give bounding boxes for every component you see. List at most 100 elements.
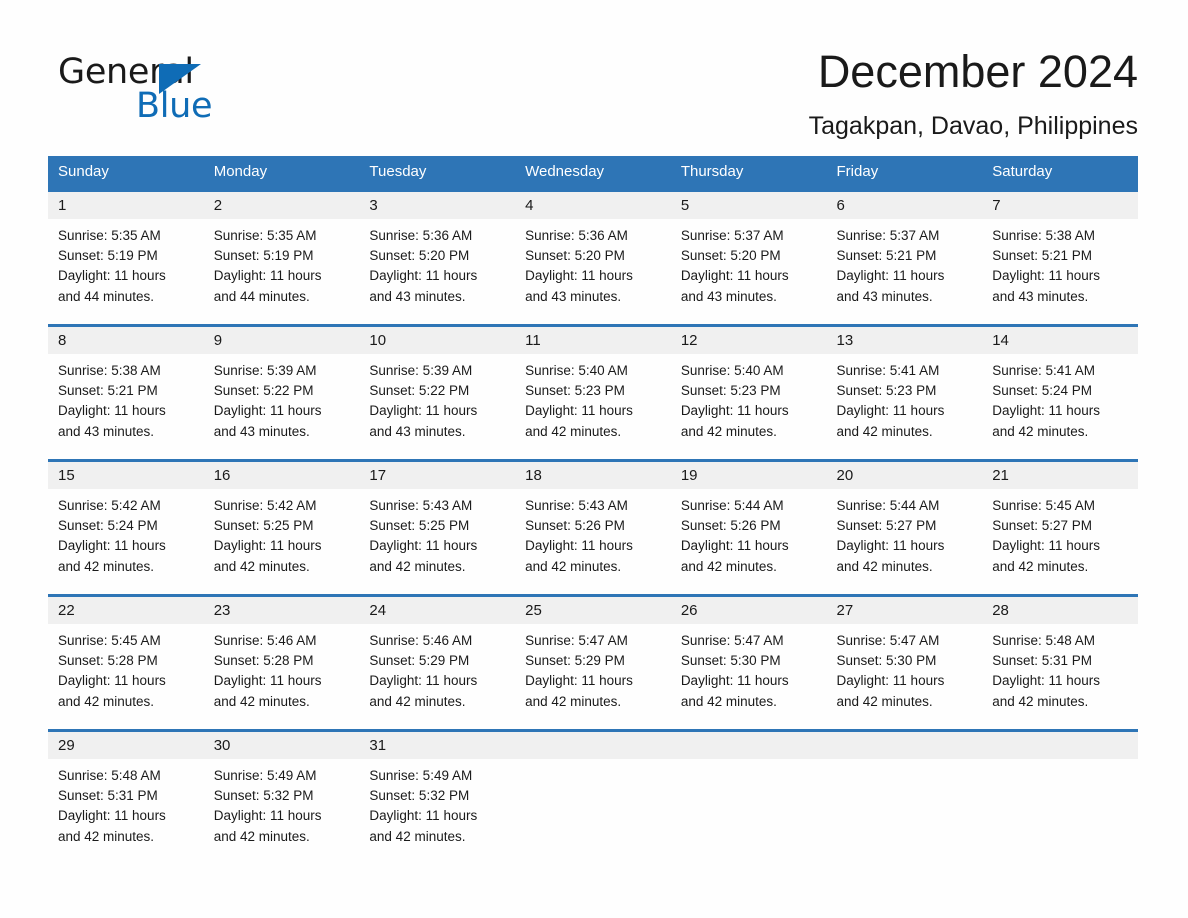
daylight-text-line2: and 43 minutes. xyxy=(525,288,622,304)
day-info: Sunrise: 5:42 AM Sunset: 5:25 PM Dayligh… xyxy=(204,489,360,577)
day-cell[interactable]: 21 Sunrise: 5:45 AM Sunset: 5:27 PM Dayl… xyxy=(982,459,1138,596)
daylight-text-line1: Daylight: 11 hours xyxy=(213,403,322,419)
sunset-text: Sunset: 5:29 PM xyxy=(369,653,470,669)
day-info: Sunrise: 5:41 AM Sunset: 5:24 PM Dayligh… xyxy=(982,354,1138,442)
page-title: December 2024 xyxy=(817,46,1138,97)
sunrise-text: Sunrise: 5:45 AM xyxy=(58,633,161,648)
sunrise-text: Sunrise: 5:40 AM xyxy=(680,363,784,378)
page-header: General Blue December 2024 Tagakpan, Dav… xyxy=(48,44,1138,144)
day-number: 3 xyxy=(359,192,516,219)
general-blue-logo[interactable]: General Blue xyxy=(58,52,358,132)
day-number: 8 xyxy=(48,327,204,354)
day-cell[interactable]: 24 Sunrise: 5:46 AM Sunset: 5:29 PM Dayl… xyxy=(359,594,516,731)
daylight-text-line2: and 42 minutes. xyxy=(836,558,933,574)
day-info xyxy=(982,759,1138,766)
day-cell[interactable]: 18 Sunrise: 5:43 AM Sunset: 5:26 PM Dayl… xyxy=(515,459,671,596)
day-number: 25 xyxy=(515,597,671,624)
day-number: 21 xyxy=(982,462,1138,489)
day-cell[interactable]: 7 Sunrise: 5:38 AM Sunset: 5:21 PM Dayli… xyxy=(982,189,1138,326)
sunset-text: Sunset: 5:24 PM xyxy=(58,518,158,534)
day-number: 18 xyxy=(515,462,671,489)
day-number: 31 xyxy=(359,732,516,759)
day-info xyxy=(671,759,827,766)
day-info: Sunrise: 5:38 AM Sunset: 5:21 PM Dayligh… xyxy=(982,219,1138,307)
daylight-text-line2: and 42 minutes. xyxy=(992,693,1089,709)
sunset-text: Sunset: 5:23 PM xyxy=(680,383,781,399)
sunset-text: Sunset: 5:25 PM xyxy=(369,518,470,534)
day-cell[interactable]: 23 Sunrise: 5:46 AM Sunset: 5:28 PM Dayl… xyxy=(203,594,360,731)
sunset-text: Sunset: 5:31 PM xyxy=(58,788,158,804)
day-cell[interactable]: 30 Sunrise: 5:49 AM Sunset: 5:32 PM Dayl… xyxy=(203,729,360,866)
day-cell[interactable]: 10 Sunrise: 5:39 AM Sunset: 5:22 PM Dayl… xyxy=(359,324,516,461)
daylight-text-line1: Daylight: 11 hours xyxy=(369,403,478,419)
daylight-text-line1: Daylight: 11 hours xyxy=(58,808,166,824)
daylight-text-line2: and 42 minutes. xyxy=(369,558,466,574)
daylight-text-line2: and 42 minutes. xyxy=(213,558,310,574)
day-cell[interactable]: 26 Sunrise: 5:47 AM Sunset: 5:30 PM Dayl… xyxy=(670,594,827,731)
daylight-text-line1: Daylight: 11 hours xyxy=(213,538,322,554)
daylight-text-line1: Daylight: 11 hours xyxy=(525,268,633,284)
day-cell[interactable]: 19 Sunrise: 5:44 AM Sunset: 5:26 PM Dayl… xyxy=(670,459,827,596)
sunrise-text: Sunrise: 5:47 AM xyxy=(680,633,784,648)
sunrise-text: Sunrise: 5:48 AM xyxy=(992,633,1096,648)
sunrise-text: Sunrise: 5:43 AM xyxy=(525,498,628,513)
day-cell[interactable]: 27 Sunrise: 5:47 AM Sunset: 5:30 PM Dayl… xyxy=(826,594,983,731)
day-cell[interactable]: 28 Sunrise: 5:48 AM Sunset: 5:31 PM Dayl… xyxy=(982,594,1138,731)
day-cell[interactable]: 14 Sunrise: 5:41 AM Sunset: 5:24 PM Dayl… xyxy=(982,324,1138,461)
daylight-text-line1: Daylight: 11 hours xyxy=(836,538,945,554)
day-cell[interactable]: 16 Sunrise: 5:42 AM Sunset: 5:25 PM Dayl… xyxy=(203,459,360,596)
daylight-text-line1: Daylight: 11 hours xyxy=(836,268,945,284)
day-cell[interactable]: 5 Sunrise: 5:37 AM Sunset: 5:20 PM Dayli… xyxy=(670,189,827,326)
day-cell[interactable]: 3 Sunrise: 5:36 AM Sunset: 5:20 PM Dayli… xyxy=(359,189,516,326)
day-cell[interactable]: 4 Sunrise: 5:36 AM Sunset: 5:20 PM Dayli… xyxy=(515,189,671,326)
day-number: 7 xyxy=(982,192,1138,219)
daylight-text-line1: Daylight: 11 hours xyxy=(525,538,633,554)
sunrise-text: Sunrise: 5:39 AM xyxy=(369,363,473,378)
day-number: 10 xyxy=(359,327,516,354)
title-block: December 2024 Tagakpan, Davao, Philippin… xyxy=(809,44,1138,144)
day-number: 15 xyxy=(48,462,204,489)
day-cell[interactable]: 17 Sunrise: 5:43 AM Sunset: 5:25 PM Dayl… xyxy=(359,459,516,596)
daylight-text-line1: Daylight: 11 hours xyxy=(836,673,945,689)
day-cell[interactable]: 2 Sunrise: 5:35 AM Sunset: 5:19 PM Dayli… xyxy=(203,189,360,326)
day-info: Sunrise: 5:46 AM Sunset: 5:28 PM Dayligh… xyxy=(204,624,360,712)
day-cell[interactable]: 11 Sunrise: 5:40 AM Sunset: 5:23 PM Dayl… xyxy=(515,324,671,461)
calendar-week-row: 8 Sunrise: 5:38 AM Sunset: 5:21 PM Dayli… xyxy=(48,324,1138,461)
sunset-text: Sunset: 5:32 PM xyxy=(213,788,314,804)
daylight-text-line2: and 43 minutes. xyxy=(58,423,155,439)
day-info: Sunrise: 5:39 AM Sunset: 5:22 PM Dayligh… xyxy=(359,354,515,442)
day-cell[interactable]: 13 Sunrise: 5:41 AM Sunset: 5:23 PM Dayl… xyxy=(826,324,983,461)
day-cell[interactable]: 29 Sunrise: 5:48 AM Sunset: 5:31 PM Dayl… xyxy=(48,729,204,866)
calendar-header-row: Sunday Monday Tuesday Wednesday Thursday… xyxy=(48,156,1138,191)
sunrise-text: Sunrise: 5:49 AM xyxy=(213,768,317,783)
day-info: Sunrise: 5:47 AM Sunset: 5:30 PM Dayligh… xyxy=(827,624,983,712)
daylight-text-line1: Daylight: 11 hours xyxy=(680,538,789,554)
sunrise-text: Sunrise: 5:37 AM xyxy=(680,228,784,243)
daylight-text-line2: and 42 minutes. xyxy=(369,828,466,844)
daylight-text-line1: Daylight: 11 hours xyxy=(369,268,478,284)
day-cell[interactable]: 31 Sunrise: 5:49 AM Sunset: 5:32 PM Dayl… xyxy=(359,729,516,866)
day-cell[interactable]: 25 Sunrise: 5:47 AM Sunset: 5:29 PM Dayl… xyxy=(515,594,671,731)
daylight-text-line2: and 42 minutes. xyxy=(992,423,1089,439)
day-cell[interactable]: 8 Sunrise: 5:38 AM Sunset: 5:21 PM Dayli… xyxy=(48,324,204,461)
day-info xyxy=(515,759,671,766)
day-cell[interactable]: 20 Sunrise: 5:44 AM Sunset: 5:27 PM Dayl… xyxy=(826,459,983,596)
daylight-text-line2: and 43 minutes. xyxy=(992,288,1089,304)
day-info: Sunrise: 5:48 AM Sunset: 5:31 PM Dayligh… xyxy=(982,624,1138,712)
day-number xyxy=(515,732,671,759)
day-cell[interactable]: 15 Sunrise: 5:42 AM Sunset: 5:24 PM Dayl… xyxy=(48,459,204,596)
day-info: Sunrise: 5:42 AM Sunset: 5:24 PM Dayligh… xyxy=(48,489,204,577)
day-cell[interactable]: 12 Sunrise: 5:40 AM Sunset: 5:23 PM Dayl… xyxy=(670,324,827,461)
day-cell[interactable]: 1 Sunrise: 5:35 AM Sunset: 5:19 PM Dayli… xyxy=(48,189,204,326)
day-number: 23 xyxy=(203,597,360,624)
sunrise-text: Sunrise: 5:35 AM xyxy=(213,228,317,243)
daylight-text-line1: Daylight: 11 hours xyxy=(680,268,789,284)
sunrise-text: Sunrise: 5:45 AM xyxy=(992,498,1096,513)
day-cell[interactable]: 22 Sunrise: 5:45 AM Sunset: 5:28 PM Dayl… xyxy=(48,594,204,731)
daylight-text-line1: Daylight: 11 hours xyxy=(992,403,1101,419)
day-info: Sunrise: 5:49 AM Sunset: 5:32 PM Dayligh… xyxy=(359,759,515,847)
day-number: 1 xyxy=(48,192,204,219)
day-cell[interactable]: 6 Sunrise: 5:37 AM Sunset: 5:21 PM Dayli… xyxy=(826,189,983,326)
sunset-text: Sunset: 5:27 PM xyxy=(836,518,937,534)
day-cell[interactable]: 9 Sunrise: 5:39 AM Sunset: 5:22 PM Dayli… xyxy=(203,324,360,461)
